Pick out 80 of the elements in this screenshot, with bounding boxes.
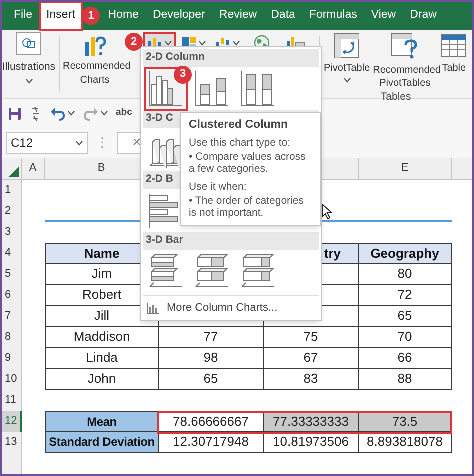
table-button[interactable]: PivotTable: [324, 32, 370, 83]
menu-section-header: 2-D Column: [143, 49, 319, 67]
table-cell: John: [45, 369, 159, 390]
column-heading: Name: [84, 244, 120, 263]
ribbon-tab[interactable]: Draw: [404, 3, 443, 29]
caret-icon: [165, 40, 172, 46]
table-cell: 75: [264, 327, 359, 348]
menu-section-header: 3-D Bar: [143, 232, 319, 250]
group-label: Tables: [380, 90, 412, 105]
ribbon-tab[interactable]: Data: [265, 3, 302, 29]
ribbon-tab[interactable]: File: [8, 3, 39, 29]
row-header[interactable]: 7: [2, 306, 22, 327]
toolbar-button[interactable]: [50, 106, 75, 120]
illustrations-button[interactable]: Illustrations: [2, 32, 56, 84]
column-header[interactable]: A: [29, 160, 37, 177]
caret-icon: [344, 78, 351, 83]
table-cell: 65: [359, 306, 452, 327]
table-cell: 8.893818078: [359, 432, 452, 453]
table-cell: 78.66666667: [159, 411, 264, 432]
table-cell: 65: [159, 369, 264, 390]
caret-icon: [101, 111, 108, 116]
caret-icon: [76, 140, 83, 146]
ribbon-tab[interactable]: Home: [102, 3, 145, 29]
tooltip-title: Clustered Column: [189, 119, 290, 131]
column-heading: try: [324, 244, 341, 263]
row-header[interactable]: 11: [2, 390, 22, 411]
formula-icon[interactable]: [30, 106, 42, 122]
row-header[interactable]: 10: [2, 369, 22, 390]
column-header[interactable]: E: [401, 160, 409, 177]
ribbon-tab[interactable]: Review: [213, 3, 264, 29]
chart-type-option[interactable]: [146, 68, 186, 108]
caret-icon: [68, 111, 75, 116]
caret-icon: [26, 78, 32, 84]
row-header[interactable]: 12: [2, 411, 22, 432]
column-heading: Geography: [370, 244, 440, 263]
caret-icon: [199, 40, 206, 46]
table-cell: 72: [359, 285, 452, 306]
column-chart-icon: [147, 302, 159, 314]
ribbon-tab[interactable]: Formulas: [303, 3, 364, 29]
table-cell: 70: [359, 327, 452, 348]
step-badge: 1: [82, 7, 100, 25]
table-cell: 67: [264, 348, 359, 369]
row-header[interactable]: 3: [2, 222, 22, 243]
table-cell: 12.30717948: [159, 432, 264, 453]
row-header[interactable]: 4: [2, 243, 22, 264]
table-cell: 88: [359, 369, 452, 390]
table-cell: 98: [159, 348, 264, 369]
column-header[interactable]: B: [98, 160, 106, 177]
tooltip-text: Use this chart type to:: [189, 137, 292, 149]
table-cell: 77.33333333: [264, 411, 359, 432]
row-header[interactable]: 13: [2, 432, 22, 453]
row-header[interactable]: 1: [2, 180, 22, 201]
undo-icon[interactable]: [50, 106, 66, 120]
row-header: [2, 453, 22, 474]
table-cell: 66: [359, 348, 452, 369]
row-header[interactable]: 5: [2, 264, 22, 285]
name-box[interactable]: C12: [6, 132, 88, 154]
save-icon[interactable]: [8, 106, 22, 120]
ribbon-tab[interactable]: View: [365, 3, 402, 29]
row-header[interactable]: 6: [2, 285, 22, 306]
row-label: Standard Deviation: [45, 432, 159, 453]
row-label: Mean: [45, 411, 159, 432]
row-header[interactable]: 9: [2, 348, 22, 369]
table-cell: 83: [264, 369, 359, 390]
select-all-icon[interactable]: [9, 167, 19, 177]
ribbon-tab[interactable]: Developer: [146, 3, 212, 29]
caret-icon: [233, 40, 240, 46]
table-cell: Linda: [45, 348, 159, 369]
tooltip-text: • The order of categories is not important.: [189, 195, 305, 219]
table-cell: 77: [159, 327, 264, 348]
row-header[interactable]: 2: [2, 201, 22, 222]
row-header[interactable]: 8: [2, 327, 22, 348]
table-cell: 80: [359, 264, 452, 285]
table-cell: Maddison: [45, 327, 159, 348]
table-cell: 10.81973506: [264, 432, 359, 453]
spelling-button[interactable]: abc: [116, 106, 132, 121]
ribbon-tab[interactable]: Insert: [40, 3, 82, 29]
toolbar-button[interactable]: [83, 106, 108, 120]
table-button[interactable]: Table: [440, 32, 468, 75]
step-badge: 2: [125, 33, 143, 51]
